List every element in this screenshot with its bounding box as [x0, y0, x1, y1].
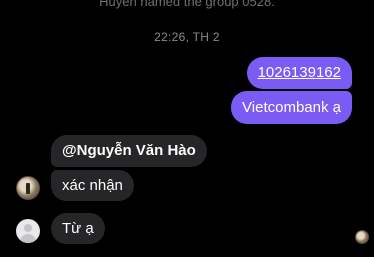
avatar-head-shape: [24, 224, 32, 232]
read-receipt-avatar-icon: [355, 230, 369, 244]
sender-avatar-photo-icon[interactable]: [16, 176, 40, 200]
incoming-message-reply[interactable]: Từ ạ: [51, 213, 105, 244]
system-notice: Huyền named the group 0528.: [99, 0, 275, 9]
outgoing-message-bank[interactable]: Vietcombank ạ: [231, 91, 352, 124]
avatar-body-shape: [20, 234, 36, 243]
incoming-message-mention[interactable]: @Nguyễn Văn Hào: [51, 135, 207, 167]
incoming-message-confirm[interactable]: xác nhận: [51, 170, 134, 201]
default-user-avatar-icon[interactable]: [16, 219, 40, 243]
phone-number-link[interactable]: 1026139162: [258, 64, 341, 81]
message-timestamp: 22:26, TH 2: [154, 30, 220, 44]
outgoing-message-account-number[interactable]: 1026139162: [246, 57, 352, 89]
